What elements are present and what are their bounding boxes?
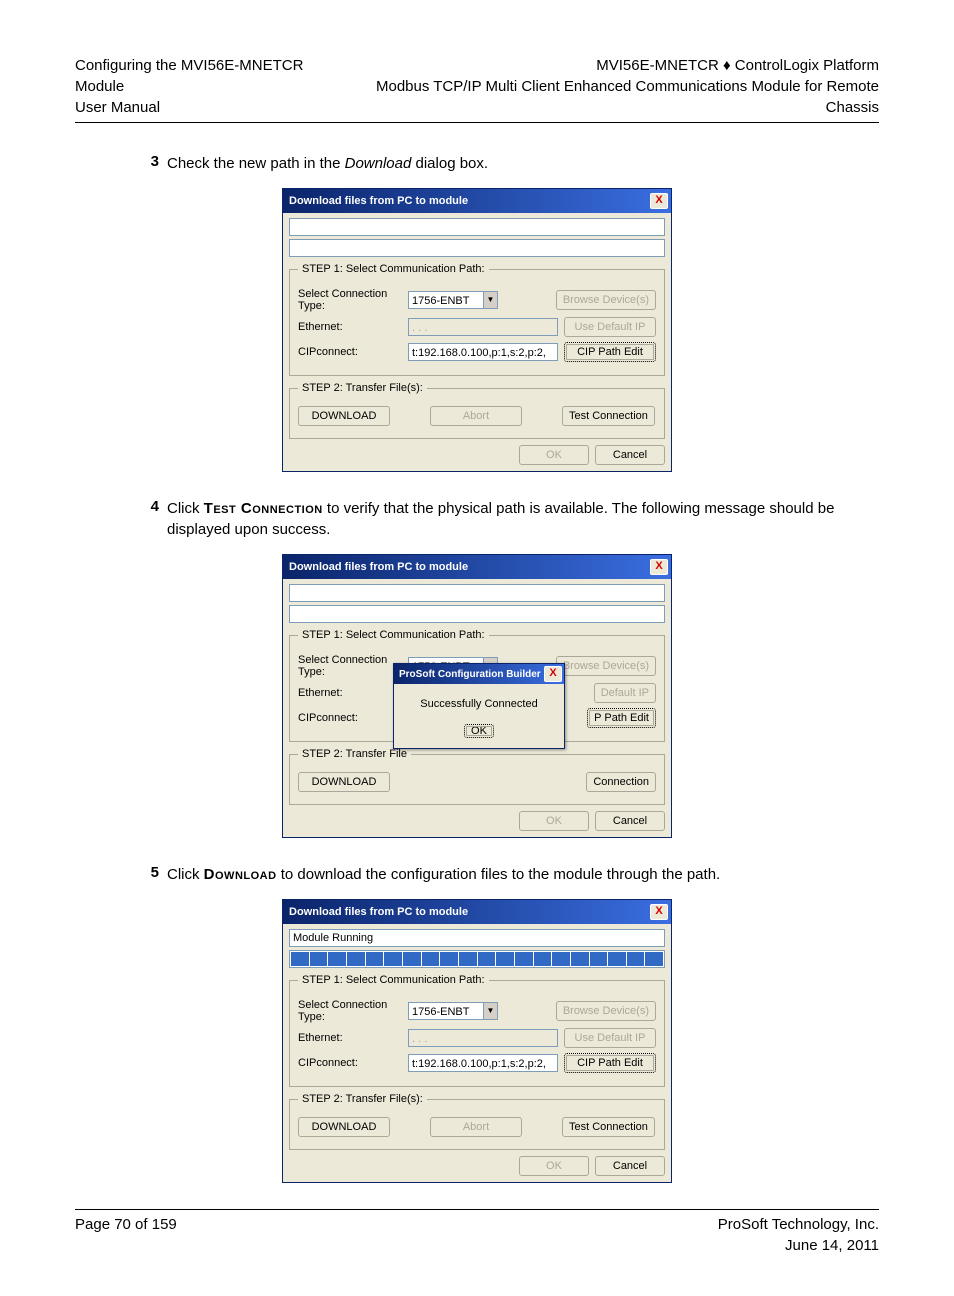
progress-bar <box>289 950 665 968</box>
popup-message: Successfully Connected <box>402 698 556 710</box>
dialog-title: Download files from PC to module <box>289 906 468 918</box>
conn-type-label: Select Connection Type: <box>298 288 408 312</box>
step2-group: STEP 2: Transfer File DOWNLOAD Connectio… <box>289 748 665 805</box>
cip-label: CIPconnect: <box>298 346 408 358</box>
step-4-number: 4 <box>131 498 167 540</box>
header-left-2: User Manual <box>75 97 344 118</box>
close-icon[interactable]: X <box>650 904 668 920</box>
step2-legend-partial: STEP 2: Transfer File <box>298 748 411 760</box>
download-button[interactable]: DOWNLOAD <box>298 772 390 792</box>
step1-legend: STEP 1: Select Communication Path: <box>298 263 489 275</box>
dialog-title: Download files from PC to module <box>289 561 468 573</box>
success-popup: ProSoft Configuration Builder X Successf… <box>393 663 565 749</box>
status-field <box>289 584 665 602</box>
close-icon[interactable]: X <box>650 193 668 209</box>
status-field <box>289 218 665 236</box>
ok-button[interactable]: OK <box>519 811 589 831</box>
download-button[interactable]: DOWNLOAD <box>298 406 390 426</box>
step2-group: STEP 2: Transfer File(s): DOWNLOAD Abort… <box>289 382 665 439</box>
cip-label: CIPconnect: <box>298 712 408 724</box>
close-icon[interactable]: X <box>650 559 668 575</box>
step-5-text: Click Download to download the configura… <box>167 864 879 885</box>
ok-button[interactable]: OK <box>519 445 589 465</box>
step2-legend: STEP 2: Transfer File(s): <box>298 1093 427 1105</box>
page-footer: Page 70 of 159 ProSoft Technology, Inc. … <box>75 1214 879 1296</box>
popup-ok-button[interactable]: OK <box>464 724 494 738</box>
download-dialog-2: Download files from PC to module X STEP … <box>282 554 672 838</box>
ethernet-label: Ethernet: <box>298 321 408 333</box>
header-right-1: MVI56E-MNETCR ♦ ControlLogix Platform <box>344 55 879 76</box>
step-5: 5 Click Download to download the configu… <box>75 864 879 885</box>
ethernet-field[interactable]: . . . <box>408 1029 558 1047</box>
conn-type-select[interactable]: 1756-ENBT ▼ <box>408 291 498 309</box>
dialog-title: Download files from PC to module <box>289 195 468 207</box>
header-left-1: Configuring the MVI56E-MNETCR Module <box>75 55 344 97</box>
dialog-titlebar[interactable]: Download files from PC to module X <box>283 555 671 579</box>
use-default-ip-button[interactable]: Use Default IP <box>564 1028 656 1048</box>
chevron-down-icon[interactable]: ▼ <box>484 1002 498 1020</box>
header-right-2: Modbus TCP/IP Multi Client Enhanced Comm… <box>344 76 879 118</box>
footer-company: ProSoft Technology, Inc. <box>718 1214 879 1235</box>
conn-type-label: Select Connection Type: <box>298 654 408 678</box>
browse-devices-button[interactable]: Browse Device(s) <box>556 1001 656 1021</box>
connection-button[interactable]: Connection <box>586 772 656 792</box>
status-field-2 <box>289 605 665 623</box>
close-icon[interactable]: X <box>544 666 562 682</box>
conn-type-select[interactable]: 1756-ENBT ▼ <box>408 1002 498 1020</box>
default-ip-button[interactable]: Default IP <box>594 683 656 703</box>
download-button[interactable]: DOWNLOAD <box>298 1117 390 1137</box>
footer-rule <box>75 1209 879 1210</box>
cip-path-edit-button[interactable]: CIP Path Edit <box>564 342 656 362</box>
browse-devices-button[interactable]: Browse Device(s) <box>556 290 656 310</box>
step-5-number: 5 <box>131 864 167 885</box>
abort-button[interactable]: Abort <box>430 406 522 426</box>
status-field-running: Module Running <box>289 929 665 947</box>
step-3-text: Check the new path in the Download dialo… <box>167 153 879 174</box>
step-4: 4 Click Test Connection to verify that t… <box>75 498 879 540</box>
download-dialog-1: Download files from PC to module X STEP … <box>282 188 672 472</box>
ok-button[interactable]: OK <box>519 1156 589 1176</box>
footer-page-number: Page 70 of 159 <box>75 1214 177 1256</box>
cip-label: CIPconnect: <box>298 1057 408 1069</box>
ethernet-label: Ethernet: <box>298 687 408 699</box>
popup-title: ProSoft Configuration Builder <box>399 669 541 680</box>
chevron-down-icon[interactable]: ▼ <box>484 291 498 309</box>
cancel-button[interactable]: Cancel <box>595 811 665 831</box>
p-path-edit-button[interactable]: P Path Edit <box>587 708 656 728</box>
test-connection-button[interactable]: Test Connection <box>562 406 655 426</box>
download-dialog-3: Download files from PC to module X Modul… <box>282 899 672 1183</box>
browse-devices-button[interactable]: Browse Device(s) <box>556 656 656 676</box>
abort-button[interactable]: Abort <box>430 1117 522 1137</box>
footer-date: June 14, 2011 <box>718 1235 879 1256</box>
step-3-number: 3 <box>131 153 167 174</box>
status-field-2 <box>289 239 665 257</box>
test-connection-button[interactable]: Test Connection <box>562 1117 655 1137</box>
conn-type-value: 1756-ENBT <box>408 291 484 309</box>
step2-group: STEP 2: Transfer File(s): DOWNLOAD Abort… <box>289 1093 665 1150</box>
step1-legend: STEP 1: Select Communication Path: <box>298 974 489 986</box>
page-header: Configuring the MVI56E-MNETCR Module Use… <box>75 55 879 118</box>
cancel-button[interactable]: Cancel <box>595 445 665 465</box>
step1-group: STEP 1: Select Communication Path: Selec… <box>289 263 665 376</box>
conn-type-value: 1756-ENBT <box>408 1002 484 1020</box>
ethernet-label: Ethernet: <box>298 1032 408 1044</box>
cip-path-edit-button[interactable]: CIP Path Edit <box>564 1053 656 1073</box>
step-3: 3 Check the new path in the Download dia… <box>75 153 879 174</box>
step2-legend: STEP 2: Transfer File(s): <box>298 382 427 394</box>
step-4-text: Click Test Connection to verify that the… <box>167 498 879 540</box>
dialog-titlebar[interactable]: Download files from PC to module X <box>283 189 671 213</box>
step1-legend: STEP 1: Select Communication Path: <box>298 629 489 641</box>
cip-field[interactable]: t:192.168.0.100,p:1,s:2,p:2, <box>408 1054 558 1072</box>
use-default-ip-button[interactable]: Use Default IP <box>564 317 656 337</box>
dialog-titlebar[interactable]: Download files from PC to module X <box>283 900 671 924</box>
step1-group: STEP 1: Select Communication Path: Selec… <box>289 974 665 1087</box>
cancel-button[interactable]: Cancel <box>595 1156 665 1176</box>
conn-type-label: Select Connection Type: <box>298 999 408 1023</box>
ethernet-field[interactable]: . . . <box>408 318 558 336</box>
cip-field[interactable]: t:192.168.0.100,p:1,s:2,p:2, <box>408 343 558 361</box>
